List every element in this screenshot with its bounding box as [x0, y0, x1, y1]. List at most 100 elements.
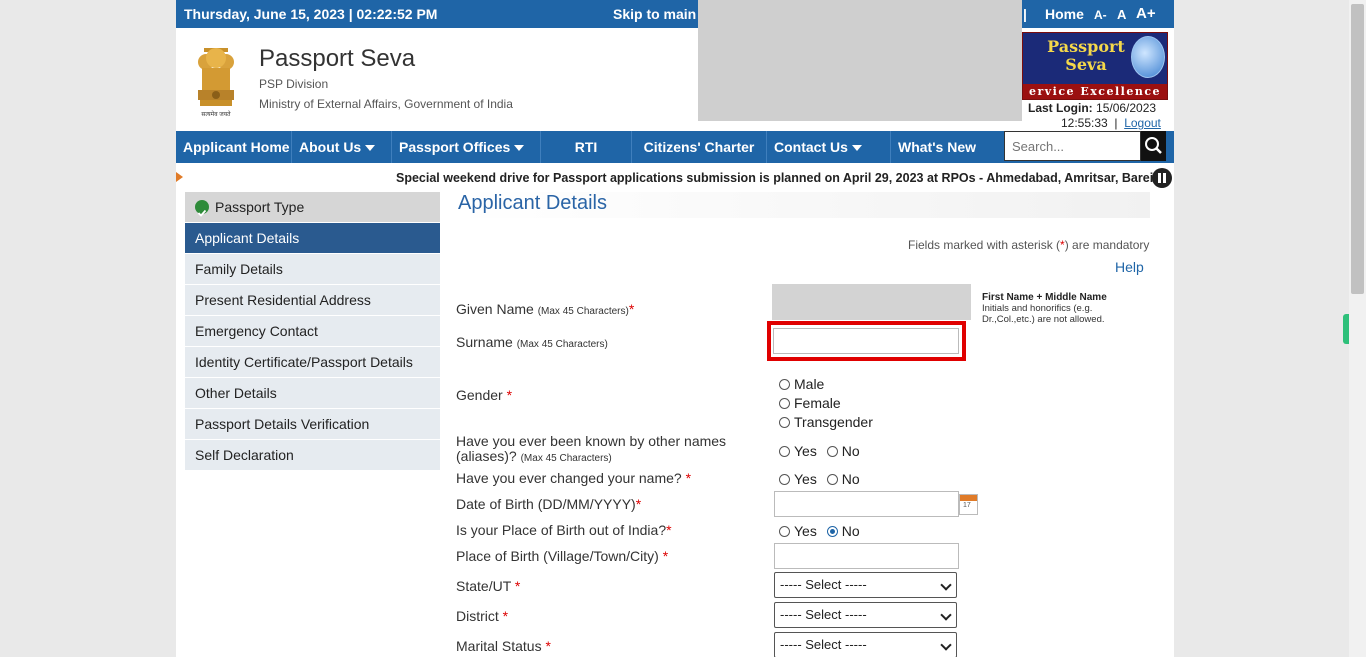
last-login-time-row: 12:55:33 | Logout — [1061, 116, 1161, 130]
sidebar-item-family-details[interactable]: Family Details — [185, 254, 440, 285]
changed-name-label: Have you ever changed your name? * — [456, 470, 691, 486]
required-asterisk: * — [502, 608, 509, 624]
pob-out-text: Is your Place of Birth out of India? — [456, 522, 667, 538]
logo-text: Passport Seva — [1045, 38, 1127, 74]
gender-option-label: Transgender — [794, 414, 873, 430]
font-increase-button[interactable]: A+ — [1136, 5, 1156, 22]
state-label: State/UT * — [456, 578, 520, 594]
nav-label: Contact Us — [774, 139, 848, 155]
no-label: No — [841, 443, 860, 459]
nav-label: About Us — [299, 139, 362, 155]
nav-about-us[interactable]: About Us — [292, 131, 392, 163]
nav-passport-offices[interactable]: Passport Offices — [392, 131, 541, 163]
search-icon — [1145, 137, 1162, 154]
given-name-hint: Initials and honorifics (e.g. Dr.,Col.,e… — [982, 303, 1105, 325]
site-title: Passport Seva — [259, 45, 416, 72]
radio-aliases-yes[interactable] — [779, 446, 790, 457]
district-select[interactable]: ----- Select ----- — [774, 602, 957, 628]
marital-select[interactable]: ----- Select ----- — [774, 632, 957, 657]
select-value: ----- Select ----- — [780, 577, 867, 592]
sidebar-item-self-declaration[interactable]: Self Declaration — [185, 440, 440, 471]
marital-label: Marital Status * — [456, 638, 551, 654]
nav-contact-us[interactable]: Contact Us — [767, 131, 891, 163]
logo-line-1: Passport — [1047, 37, 1125, 56]
help-link[interactable]: Help — [1115, 259, 1144, 275]
gender-transgender-option[interactable]: Transgender — [779, 414, 873, 430]
sidebar-item-label: Present Residential Address — [195, 292, 371, 308]
redacted-area — [698, 0, 1022, 121]
nav-label: Passport Offices — [399, 139, 511, 155]
sidebar-item-applicant-details[interactable]: Applicant Details — [185, 223, 440, 254]
max-length-note: (Max 45 Characters) — [537, 306, 629, 317]
sidebar-item-passport-verification[interactable]: Passport Details Verification — [185, 409, 440, 440]
calendar-icon-header — [960, 495, 977, 501]
pob-input[interactable] — [774, 543, 959, 569]
sidebar-item-identity-certificate[interactable]: Identity Certificate/Passport Details — [185, 347, 440, 378]
nav-rti[interactable]: RTI — [541, 131, 632, 163]
surname-label: Surname (Max 45 Characters) — [456, 334, 608, 350]
sidebar-item-present-address[interactable]: Present Residential Address — [185, 285, 440, 316]
given-name-field[interactable] — [772, 284, 971, 320]
nav-citizens-charter[interactable]: Citizens' Charter — [632, 131, 767, 163]
page-scrollbar[interactable] — [1349, 0, 1366, 657]
sidebar-item-label: Family Details — [195, 261, 283, 277]
nav-label: Citizens' Charter — [643, 139, 755, 155]
pob-text: Place of Birth (Village/Town/City) — [456, 548, 659, 564]
mandatory-pre: Fields marked with asterisk ( — [908, 238, 1061, 252]
changed-name-text: Have you ever changed your name? — [456, 470, 682, 486]
gender-female-option[interactable]: Female — [779, 395, 841, 411]
current-datetime: Thursday, June 15, 2023 | 02:22:52 PM — [184, 6, 438, 22]
page-title: Applicant Details — [458, 192, 1150, 218]
district-text: District — [456, 608, 499, 624]
nav-applicant-home[interactable]: Applicant Home — [176, 131, 292, 163]
sidebar-item-other-details[interactable]: Other Details — [185, 378, 440, 409]
gender-option-label: Male — [794, 376, 825, 392]
sidebar-item-passport-type[interactable]: Passport Type — [185, 192, 440, 223]
sidebar-item-emergency-contact[interactable]: Emergency Contact — [185, 316, 440, 347]
aliases-line-2: (aliases)? (Max 45 Characters) — [456, 449, 726, 466]
sidebar-item-label: Other Details — [195, 385, 277, 401]
aliases-text: (aliases)? — [456, 448, 517, 464]
gender-male-option[interactable]: Male — [779, 376, 824, 392]
radio-changed-no[interactable] — [826, 474, 838, 485]
calendar-icon-day: 17 — [963, 502, 971, 509]
surname-input[interactable] — [773, 328, 959, 354]
passport-seva-logo: Passport Seva ervice Excellence — [1022, 32, 1168, 100]
given-name-text: Given Name — [456, 301, 534, 317]
font-normal-button[interactable]: A — [1117, 7, 1126, 22]
site-division: PSP Division — [259, 77, 329, 91]
yes-label: Yes — [794, 523, 817, 539]
skip-to-main-link[interactable]: Skip to main c — [613, 6, 708, 22]
radio-pob-out-yes[interactable] — [779, 526, 790, 537]
radio-changed-yes[interactable] — [779, 474, 790, 485]
no-label: No — [841, 523, 860, 539]
time-separator: | — [1114, 116, 1118, 130]
home-link[interactable]: Home — [1045, 6, 1084, 22]
scrollbar-thumb[interactable] — [1351, 4, 1364, 294]
state-select[interactable]: ----- Select ----- — [774, 572, 957, 598]
no-label: No — [841, 471, 860, 487]
search-button[interactable] — [1141, 131, 1166, 161]
radio-aliases-no[interactable] — [826, 446, 838, 457]
radio-male[interactable] — [779, 379, 790, 390]
radio-female[interactable] — [779, 398, 790, 409]
sidebar-item-label: Emergency Contact — [195, 323, 318, 339]
radio-pob-out-no[interactable] — [826, 526, 838, 537]
calendar-icon[interactable]: 17 — [959, 494, 978, 515]
dob-input[interactable] — [774, 491, 959, 517]
top-bar: Thursday, June 15, 2023 | 02:22:52 PM Sk… — [176, 0, 1174, 28]
chevron-down-icon — [365, 145, 376, 152]
required-asterisk: * — [514, 578, 521, 594]
mandatory-note: Fields marked with asterisk (*) are mand… — [908, 238, 1149, 252]
pause-button[interactable] — [1152, 168, 1172, 188]
font-decrease-button[interactable]: A- — [1094, 8, 1107, 22]
nav-whats-new[interactable]: What's New — [891, 131, 1004, 163]
ticker-text: Special weekend drive for Passport appli… — [396, 171, 1170, 185]
logout-link[interactable]: Logout — [1124, 116, 1161, 130]
search-input[interactable] — [1004, 131, 1141, 161]
radio-transgender[interactable] — [779, 417, 790, 428]
last-login: Last Login: 15/06/2023 — [1028, 101, 1156, 115]
aliases-label: Have you ever been known by other names … — [456, 434, 726, 466]
gender-text: Gender — [456, 387, 503, 403]
nav-label: RTI — [574, 139, 598, 155]
